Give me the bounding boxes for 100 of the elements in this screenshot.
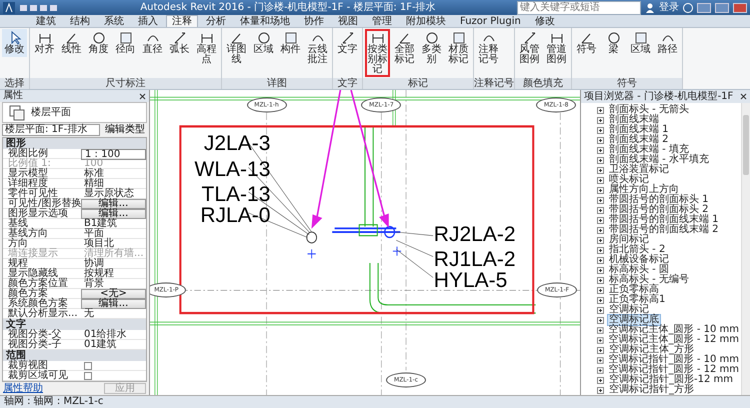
ribbon-button[interactable]: 对齐 [32,29,57,57]
property-button[interactable]: 编辑... [81,199,146,209]
close-icon [139,92,146,100]
user-icon [645,2,655,12]
tool-icon [340,31,354,45]
panel-label: 颜色填充 [515,78,571,89]
ribbon-button[interactable]: 区域 [628,29,653,57]
ribbon-button[interactable]: 直径 [140,29,165,57]
expand-icon [597,326,604,334]
property-label: 比例值 1: [7,159,52,169]
ribbon-button[interactable]: 多类别 [419,29,444,67]
sign-in-link[interactable]: 登录 [659,0,679,14]
property-label: 方向 [7,239,28,249]
property-input[interactable]: 1 : 100 [81,149,146,160]
floor-plan-icon [9,104,25,120]
ribbon-tab[interactable]: 视图 [332,15,364,27]
property-label: 默认分析显示... [8,309,79,319]
edit-type-button[interactable]: 编辑类型 [103,124,147,136]
ribbon-button[interactable]: 文字 [335,29,360,57]
ribbon-button[interactable]: 符号 [574,29,599,57]
tool-icon [550,31,564,45]
section-header[interactable]: 范围 [3,350,146,361]
panel-label: 尺寸标注 [30,78,221,89]
property-label: 颜色方案 [7,289,48,299]
ribbon-button[interactable]: 角度 [86,29,111,57]
ribbon-tab[interactable]: 插入 [132,15,164,27]
pipe-tag: HYLA-5 [434,270,508,291]
property-value: 01建筑 [83,340,118,350]
panel-title: 属性 [3,91,23,101]
expand-icon [597,286,604,294]
ribbon-button[interactable]: 云线批注 [305,29,330,67]
ribbon-button[interactable]: 高程点 [194,29,219,67]
search-field[interactable]: 键入关键字或短语 [517,0,641,14]
checkbox[interactable] [84,372,92,380]
ribbon-button[interactable]: 全部标记 [392,29,417,67]
ribbon-tab[interactable]: Fuzor Plugin [454,15,527,27]
property-value: 协调 [83,259,104,269]
ribbon-button[interactable]: 注释记号 [476,29,501,67]
ribbon-button[interactable]: 详图线 [224,29,249,67]
minimize-button[interactable] [697,2,711,12]
type-preview[interactable]: 楼层平面 [2,102,147,123]
status-text: 轴网 : 轴网 : MZL-1-c [4,397,104,407]
property-button[interactable]: <无> [81,289,146,299]
section-header[interactable]: 图形 [3,138,146,149]
scrollbar[interactable] [741,103,750,395]
ribbon-button[interactable]: 线性 [59,29,84,57]
property-button[interactable]: 编辑... [81,209,146,219]
pipe-tag: TLA-13 [202,184,270,205]
ribbon-tab[interactable]: 系统 [98,15,130,27]
ribbon-tab[interactable]: 分析 [200,15,232,27]
tool-icon [38,31,52,45]
ribbon-tab[interactable]: 结构 [64,15,96,27]
ribbon-tab[interactable]: 建筑 [30,15,62,27]
help-link[interactable]: 属性帮助 [3,384,43,394]
property-value: 无 [83,309,95,319]
tool-icon [118,31,132,45]
panel-label: 详图 [222,78,332,89]
panel-label: 文字 [333,78,362,89]
tool-icon [256,31,270,45]
property-value: 平面 [83,229,104,239]
ribbon-tab[interactable]: 体量和场地 [234,15,296,27]
property-label: 图形显示选项 [7,209,69,219]
property-label: 颜色方案位置 [7,279,69,289]
tool-icon [172,31,186,45]
property-label: 裁剪视图 [8,361,48,371]
ribbon-button[interactable]: 修改 [2,29,27,57]
ribbon-tab[interactable]: 管理 [366,15,398,27]
ribbon-button[interactable]: 构件 [278,29,303,57]
close-button[interactable] [733,2,747,12]
ribbon-button[interactable]: 路径 [655,29,680,57]
ribbon-button[interactable]: 按类别标记 [365,29,390,77]
tree-item[interactable]: 空调标记指针_方形 [607,384,696,395]
pipe-tag: WLA-13 [194,159,270,180]
expand-icon [597,236,604,244]
tool-icon [606,31,620,45]
property-label: 基线方向 [7,229,49,239]
expand-icon [597,306,604,314]
property-label: 视图分类-父 [7,330,63,340]
ribbon-button[interactable]: 管道图例 [544,29,569,67]
ribbon-button[interactable]: 弧长 [167,29,192,57]
checkbox[interactable] [84,362,92,370]
ribbon-button[interactable]: 梁 [601,29,626,57]
ribbon-tab[interactable]: 附加模块 [400,15,452,27]
ribbon-tab[interactable]: 修改 [528,15,561,27]
ribbon-button[interactable]: 风管图例 [517,29,542,67]
type-name: 楼层平面 [31,108,71,118]
view-selector[interactable]: 楼层平面: 1F-排水 [2,124,100,136]
property-button[interactable]: 编辑... [81,299,146,309]
pipe-tag: RJ1LA-2 [434,248,516,270]
section-header[interactable]: 文字 [3,319,146,330]
property-value: B1建筑 [83,219,118,229]
ribbon-tab[interactable]: 注释 [166,15,198,27]
property-label: 零件可见性 [7,189,58,199]
ribbon-button[interactable]: 材质标记 [446,29,471,67]
expand-icon [597,216,604,224]
property-value: 显示原状态 [83,189,135,199]
ribbon-button[interactable]: 径向 [113,29,138,57]
ribbon-tab[interactable]: 协作 [298,15,330,27]
maximize-button[interactable] [715,2,729,12]
ribbon-button[interactable]: 区域 [251,29,276,57]
